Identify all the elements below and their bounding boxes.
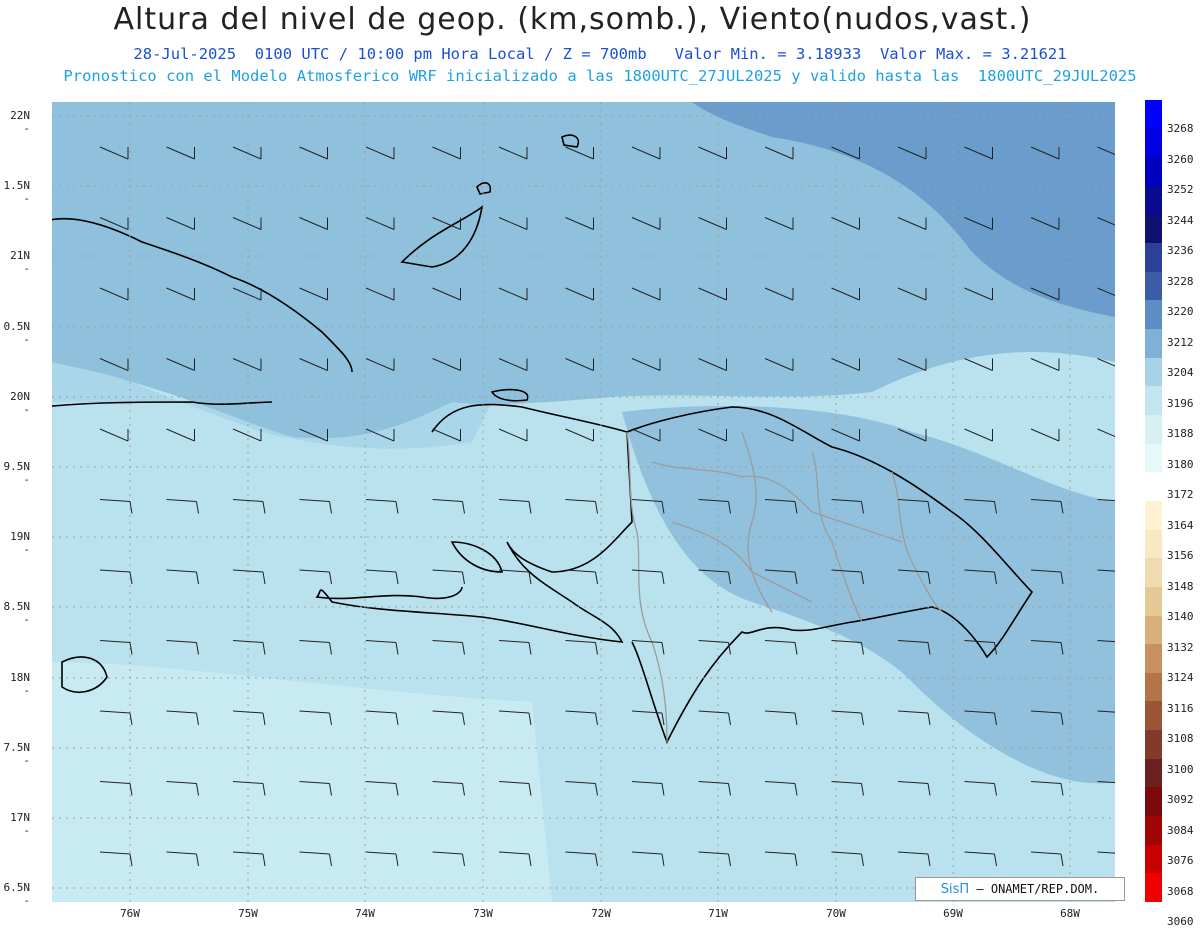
colorbar-segment <box>1145 357 1162 387</box>
latitude-label: 21N - <box>10 249 30 275</box>
colorbar-label: 3268 <box>1167 122 1194 135</box>
colorbar-label: 3188 <box>1167 427 1194 440</box>
colorbar-label: 3164 <box>1167 518 1194 532</box>
longitude-label: 72W <box>591 907 611 920</box>
colorbar-segment <box>1145 300 1162 330</box>
colorbar-segment <box>1145 730 1162 759</box>
colorbar-segment <box>1145 100 1162 129</box>
colorbar-segment <box>1145 844 1162 874</box>
colorbar-label: 3196 <box>1167 396 1194 410</box>
latitude-label: 0.5N - <box>3 320 31 346</box>
forecast-time-subtitle: 28-Jul-2025 0100 UTC / 10:00 pm Hora Loc… <box>133 45 1067 63</box>
credit-text: – ONAMET/REP.DOM. <box>976 882 1100 896</box>
colorbar-segment <box>1145 615 1162 645</box>
colorbar-segment <box>1145 758 1162 788</box>
colorbar-segment <box>1145 128 1162 158</box>
latitude-label: 8.5N - <box>3 600 31 626</box>
colorbar-segment <box>1145 472 1162 501</box>
colorbar-label: 3204 <box>1167 366 1194 379</box>
longitude-label: 70W <box>826 907 846 920</box>
colorbar-segment <box>1145 500 1162 530</box>
sispi-logo: SisΠ <box>940 882 970 897</box>
colorbar-label: 3100 <box>1167 762 1194 776</box>
latitude-label: 20N - <box>10 390 30 416</box>
colorbar-segment <box>1145 816 1162 845</box>
colorbar-segment <box>1145 243 1162 272</box>
latitude-label: 18N - <box>10 671 30 697</box>
colorbar-label: 3212 <box>1167 335 1194 349</box>
colorbar-label: 3140 <box>1167 610 1194 623</box>
colorbar-label: 3060 <box>1167 915 1194 928</box>
colorbar-label: 3236 <box>1167 244 1194 257</box>
colorbar-label: 3252 <box>1167 183 1194 196</box>
longitude-label: 76W <box>120 907 140 920</box>
longitude-label: 75W <box>238 907 258 920</box>
colorbar-segment <box>1145 443 1162 473</box>
latitude-label: 9.5N - <box>3 460 31 486</box>
colorbar-label: 3116 <box>1167 701 1194 715</box>
longitude-label: 68W <box>1060 907 1080 920</box>
colorbar-label: 3228 <box>1167 274 1194 288</box>
colorbar-label: 3220 <box>1167 305 1194 318</box>
colorbar-segment <box>1145 644 1162 673</box>
colorbar-segment <box>1145 185 1162 215</box>
latitude-label: 6.5N - <box>3 881 31 907</box>
colorbar-segment <box>1145 329 1162 358</box>
latitude-label: 19N - <box>10 530 30 556</box>
colorbar-segment <box>1145 558 1162 587</box>
model-run-subtitle: Pronostico con el Modelo Atmosferico WRF… <box>63 67 1137 85</box>
colorbar-label: 3076 <box>1167 854 1194 867</box>
colorbar-label: 3132 <box>1167 640 1194 654</box>
colorbar-label: 3124 <box>1167 671 1194 684</box>
colorbar-segment <box>1145 701 1162 731</box>
colorbar-segment <box>1145 271 1162 301</box>
colorbar-label: 3172 <box>1167 488 1194 501</box>
credit-box: SisΠ – ONAMET/REP.DOM. <box>915 877 1125 901</box>
colorbar-label: 3092 <box>1167 793 1194 806</box>
colorbar-segment <box>1145 415 1162 444</box>
colorbar-segment <box>1145 873 1162 902</box>
colorbar-segment <box>1145 787 1162 817</box>
colorbar-label: 3260 <box>1167 152 1194 166</box>
latitude-label: 22N - <box>10 109 30 135</box>
longitude-label: 74W <box>355 907 375 920</box>
colorbar-label: 3156 <box>1167 549 1194 562</box>
longitude-label: 69W <box>943 907 963 920</box>
colorbar-segment <box>1145 586 1162 616</box>
colorbar-segment <box>1145 386 1162 416</box>
longitude-label: 73W <box>473 907 493 920</box>
colorbar <box>1145 100 1162 902</box>
colorbar-segment <box>1145 529 1162 559</box>
latitude-label: 17N - <box>10 811 30 837</box>
latitude-label: 1.5N - <box>3 179 31 205</box>
colorbar-label: 3244 <box>1167 213 1194 227</box>
colorbar-label: 3180 <box>1167 457 1194 471</box>
map-title: Altura del nivel de geop. (km,somb.), Vi… <box>113 2 1032 37</box>
latitude-label: 7.5N - <box>3 741 31 767</box>
colorbar-label: 3148 <box>1167 579 1194 593</box>
colorbar-segment <box>1145 672 1162 702</box>
colorbar-label: 3084 <box>1167 823 1194 837</box>
colorbar-label: 3068 <box>1167 884 1194 898</box>
geopotential-map <box>52 102 1115 902</box>
colorbar-label: 3108 <box>1167 732 1194 745</box>
longitude-label: 71W <box>708 907 728 920</box>
colorbar-segment <box>1145 214 1162 244</box>
colorbar-segment <box>1145 157 1162 186</box>
